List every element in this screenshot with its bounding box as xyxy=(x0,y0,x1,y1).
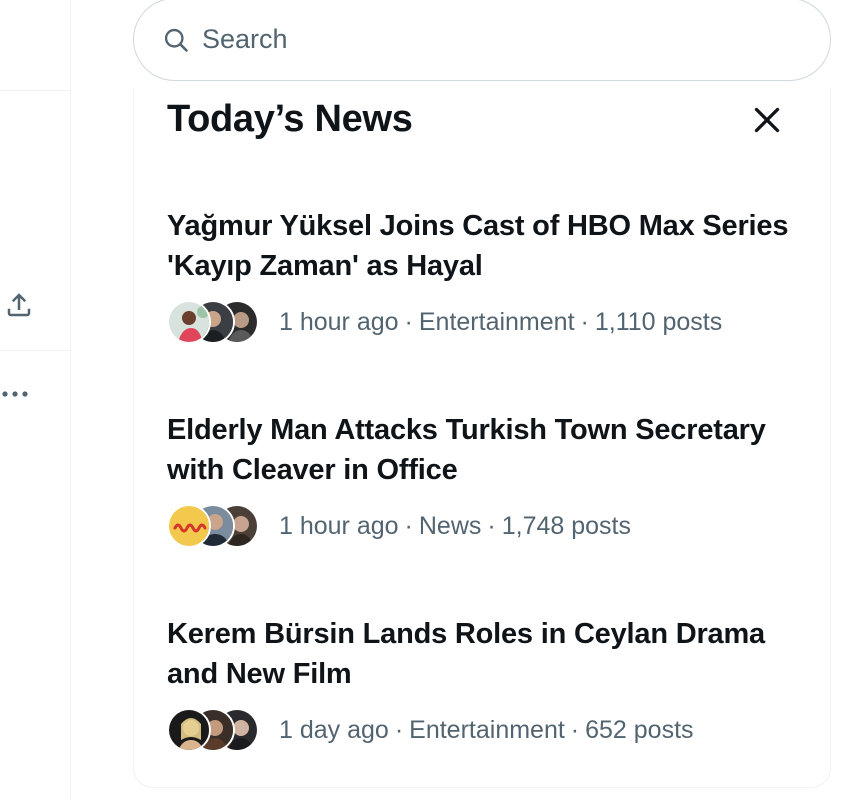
news-post-count: 652 posts xyxy=(585,715,694,744)
news-headline: Yağmur Yüksel Joins Cast of HBO Max Seri… xyxy=(167,210,789,282)
page: Today’s News Yağmur Yüksel Joins Cast of… xyxy=(0,0,853,799)
avatar-stack xyxy=(167,300,263,344)
avatar xyxy=(167,300,211,344)
card-title: Today’s News xyxy=(167,98,413,140)
news-item[interactable]: Kerem Bürsin Lands Roles in Ceylan Drama… xyxy=(167,614,817,752)
news-meta-text: 1 day ago · Entertainment · 652 posts xyxy=(279,715,694,744)
news-time: 1 day ago xyxy=(279,715,389,744)
search-box[interactable] xyxy=(133,0,831,81)
avatar-stack xyxy=(167,504,263,548)
news-meta-text: 1 hour ago · News · 1,748 posts xyxy=(279,511,631,540)
news-time: 1 hour ago xyxy=(279,511,399,540)
avatar xyxy=(167,708,211,752)
news-post-count: 1,110 posts xyxy=(594,307,723,336)
search-icon xyxy=(164,28,188,52)
divider xyxy=(0,350,70,351)
news-item[interactable]: Elderly Man Attacks Turkish Town Secreta… xyxy=(167,410,817,548)
left-column xyxy=(0,0,71,799)
avatar xyxy=(167,504,211,548)
news-time: 1 hour ago xyxy=(279,307,399,336)
news-category: Entertainment xyxy=(409,715,565,744)
news-meta: 1 hour ago · News · 1,748 posts xyxy=(167,504,817,548)
news-headline: Kerem Bürsin Lands Roles in Ceylan Drama… xyxy=(167,618,765,690)
news-headline: Elderly Man Attacks Turkish Town Secreta… xyxy=(167,414,766,486)
news-meta: 1 day ago · Entertainment · 652 posts xyxy=(167,708,817,752)
news-meta-text: 1 hour ago · Entertainment · 1,110 posts xyxy=(279,307,723,336)
news-post-count: 1,748 posts xyxy=(501,511,631,540)
more-icon[interactable] xyxy=(0,382,34,406)
todays-news-card: Today’s News Yağmur Yüksel Joins Cast of… xyxy=(133,88,831,788)
search-input[interactable] xyxy=(202,24,762,55)
divider xyxy=(0,90,70,91)
share-icon[interactable] xyxy=(4,290,34,320)
news-category: News xyxy=(418,511,482,540)
close-icon[interactable] xyxy=(749,102,785,138)
news-category: Entertainment xyxy=(418,307,575,336)
news-meta: 1 hour ago · Entertainment · 1,110 posts xyxy=(167,300,817,344)
avatar-stack xyxy=(167,708,263,752)
news-item[interactable]: Yağmur Yüksel Joins Cast of HBO Max Seri… xyxy=(167,206,817,344)
